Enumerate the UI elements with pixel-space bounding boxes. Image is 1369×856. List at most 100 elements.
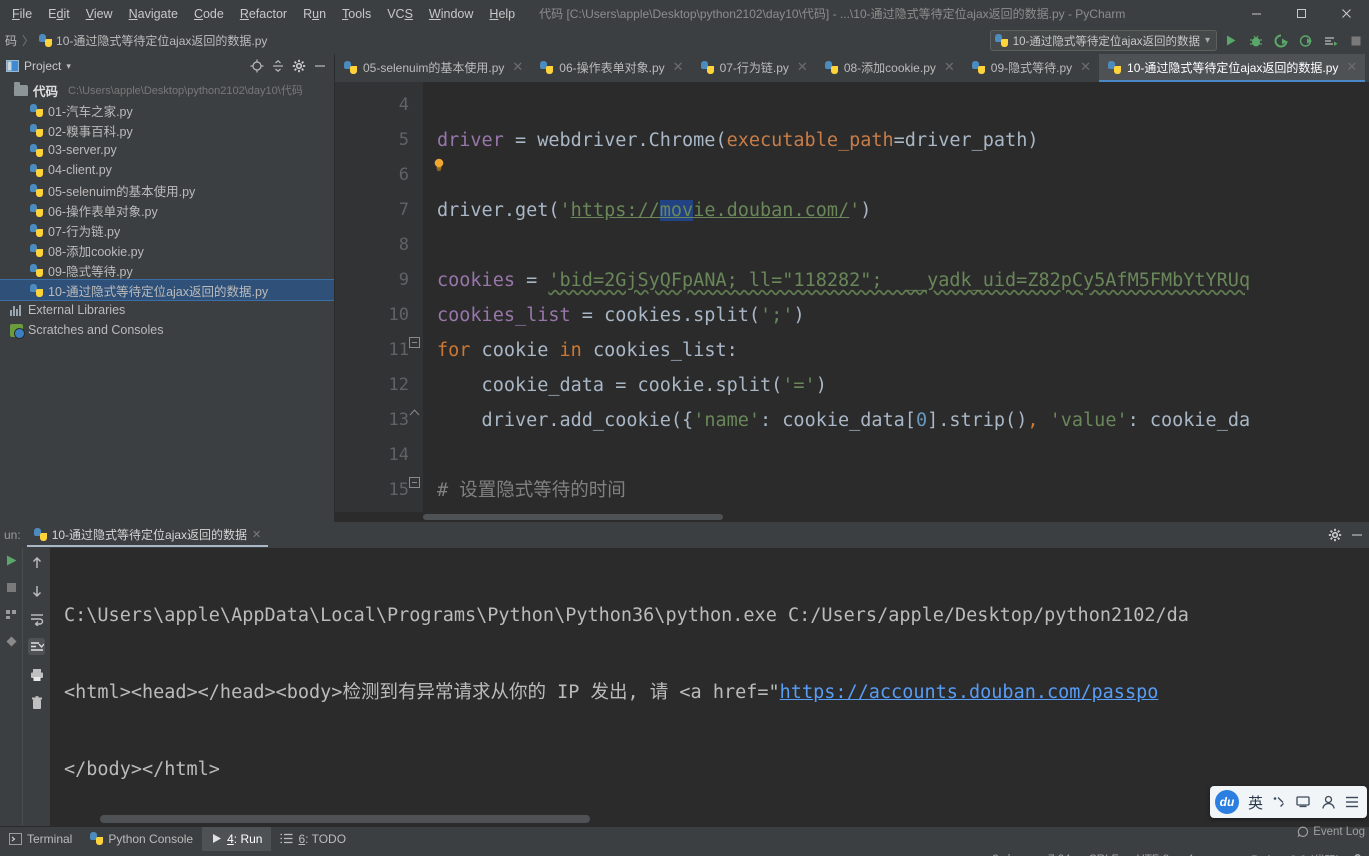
editor-tab-close-icon[interactable]: ✕ bbox=[673, 59, 684, 75]
project-root-row[interactable]: 代码 C:\Users\apple\Desktop\python2102\day… bbox=[0, 80, 334, 100]
project-file-label: 08-添加cookie.py bbox=[48, 244, 144, 259]
external-libraries-row[interactable]: External Libraries bbox=[0, 300, 334, 320]
pen-icon[interactable] bbox=[1272, 795, 1287, 810]
breadcrumb-file[interactable]: 10-通过隐式等待定位ajax返回的数据.py bbox=[36, 32, 270, 49]
run-session-close-icon[interactable]: ✕ bbox=[252, 528, 261, 541]
project-actions bbox=[247, 56, 330, 76]
breadcrumb-root[interactable]: 码 bbox=[2, 32, 20, 49]
run-more-button[interactable] bbox=[1319, 29, 1342, 52]
print-button[interactable] bbox=[28, 666, 45, 683]
event-log-button[interactable]: Event Log bbox=[1297, 826, 1365, 838]
menu-view[interactable]: View bbox=[78, 4, 121, 24]
console-link[interactable]: https://accounts.douban.com/passpo bbox=[780, 682, 1159, 703]
project-file-item[interactable]: 02-糗事百科.py bbox=[0, 120, 334, 140]
status-bar-right: 3 chars 7:24 CRLF UTF-8 4 spaces Python … bbox=[992, 852, 1363, 856]
menu-icon[interactable] bbox=[1345, 795, 1359, 809]
code-editor[interactable]: 4 5 6 7 8 9 10 11 12 13 14 15 16 bbox=[335, 82, 1369, 512]
pin-button[interactable] bbox=[3, 633, 20, 650]
console-output[interactable]: C:\Users\apple\AppData\Local\Programs\Py… bbox=[50, 548, 1369, 826]
editor-tab-close-icon[interactable]: ✕ bbox=[797, 59, 808, 75]
minimize-button[interactable] bbox=[1234, 0, 1279, 27]
status-interpreter[interactable]: Python 3.6 (代码) bbox=[1251, 852, 1340, 856]
editor-tab-close-icon[interactable]: ✕ bbox=[512, 59, 523, 75]
debug-button[interactable] bbox=[1244, 29, 1267, 52]
run-configuration-selector[interactable]: 10-通过隐式等待定位ajax返回的数据 ▾ bbox=[989, 30, 1217, 51]
tool-window-terminal[interactable]: Terminal bbox=[0, 827, 81, 851]
locate-icon[interactable] bbox=[247, 56, 267, 76]
clear-all-button[interactable] bbox=[28, 694, 45, 711]
menu-file[interactable]: FFileile bbox=[4, 4, 40, 24]
editor-tab-close-icon[interactable]: ✕ bbox=[944, 59, 955, 75]
profile-button[interactable] bbox=[1294, 29, 1317, 52]
menu-navigate[interactable]: Navigate bbox=[121, 4, 186, 24]
hide-window-icon[interactable] bbox=[310, 56, 330, 76]
project-file-item[interactable]: 06-操作表单对象.py bbox=[0, 200, 334, 220]
project-file-item[interactable]: 07-行为链.py bbox=[0, 220, 334, 240]
run-session-tab[interactable]: 10-通过隐式等待定位ajax返回的数据 ✕ bbox=[26, 523, 269, 547]
console-actions-rail bbox=[22, 548, 50, 826]
collapse-all-icon[interactable] bbox=[268, 56, 288, 76]
intention-bulb-icon[interactable] bbox=[433, 158, 444, 172]
run-with-coverage-button[interactable] bbox=[1269, 29, 1292, 52]
editor-tab[interactable]: 10-通过隐式等待定位ajax返回的数据.py ✕ bbox=[1099, 54, 1366, 82]
menu-window[interactable]: Window bbox=[421, 4, 481, 24]
run-button[interactable] bbox=[1219, 29, 1242, 52]
close-button[interactable] bbox=[1324, 0, 1369, 27]
line-number-gutter[interactable]: 4 5 6 7 8 9 10 11 12 13 14 15 16 bbox=[335, 82, 423, 512]
user-icon[interactable] bbox=[1321, 795, 1336, 810]
editor-tab[interactable]: 07-行为链.py ✕ bbox=[692, 54, 816, 82]
fold-marker-for[interactable] bbox=[409, 337, 420, 348]
python-file-icon bbox=[30, 163, 43, 177]
scroll-to-end-button[interactable] bbox=[28, 638, 45, 655]
dump-threads-button[interactable] bbox=[3, 606, 20, 623]
editor-tab-close-icon[interactable]: ✕ bbox=[1080, 59, 1091, 75]
maximize-button[interactable] bbox=[1279, 0, 1324, 27]
down-button[interactable] bbox=[28, 582, 45, 599]
gear-icon[interactable] bbox=[1325, 525, 1345, 545]
fold-marker-end[interactable] bbox=[409, 407, 420, 418]
project-chevron-down-icon[interactable]: ▾ bbox=[66, 61, 71, 72]
keyboard-icon[interactable] bbox=[1296, 795, 1312, 809]
ime-mode-label[interactable]: 英 bbox=[1248, 792, 1263, 813]
editor-tab[interactable]: 06-操作表单对象.py ✕ bbox=[531, 54, 691, 82]
stop-button[interactable] bbox=[1344, 29, 1367, 52]
console-horizontal-scrollbar[interactable] bbox=[50, 815, 1369, 823]
baidu-ime-logo-icon[interactable]: du bbox=[1214, 790, 1239, 814]
project-file-item[interactable]: 05-selenuim的基本使用.py bbox=[0, 180, 334, 200]
stop-button[interactable] bbox=[3, 579, 20, 596]
project-file-item[interactable]: 10-通过隐式等待定位ajax返回的数据.py bbox=[0, 279, 334, 301]
rerun-button[interactable] bbox=[3, 552, 20, 569]
ime-toolbar[interactable]: du 英 bbox=[1209, 786, 1367, 818]
project-file-item[interactable]: 04-client.py bbox=[0, 160, 334, 180]
tool-window-python-console[interactable]: Python Console bbox=[81, 827, 202, 851]
editor-tab[interactable]: 05-selenuim的基本使用.py ✕ bbox=[335, 54, 531, 82]
editor-tab[interactable]: 09-隐式等待.py ✕ bbox=[963, 54, 1099, 82]
editor-horizontal-scrollbar[interactable] bbox=[335, 512, 1369, 522]
menu-tools[interactable]: Tools bbox=[334, 4, 379, 24]
menu-help[interactable]: Help bbox=[481, 4, 523, 24]
line-number: 4 bbox=[398, 95, 409, 115]
python-file-icon bbox=[971, 60, 985, 74]
menu-code[interactable]: Code bbox=[186, 4, 232, 24]
project-file-item[interactable]: 03-server.py bbox=[0, 140, 334, 160]
soft-wrap-button[interactable] bbox=[28, 610, 45, 627]
project-file-item[interactable]: 08-添加cookie.py bbox=[0, 240, 334, 260]
editor-tab[interactable]: 08-添加cookie.py ✕ bbox=[816, 54, 963, 82]
project-file-item[interactable]: 09-隐式等待.py bbox=[0, 260, 334, 280]
menu-edit[interactable]: Edit bbox=[40, 4, 78, 24]
menu-refactor[interactable]: Refactor bbox=[232, 4, 295, 24]
code-text[interactable]: driver = webdriver.Chrome(executable_pat… bbox=[423, 82, 1369, 512]
scratches-row[interactable]: Scratches and Consoles bbox=[0, 320, 334, 340]
menu-run[interactable]: Run bbox=[295, 4, 334, 24]
tab-list-button[interactable] bbox=[1365, 54, 1369, 82]
hide-window-icon[interactable] bbox=[1347, 525, 1367, 545]
up-button[interactable] bbox=[28, 554, 45, 571]
tool-window-todo[interactable]: 6: TODO bbox=[271, 827, 355, 851]
fold-marker-comment[interactable] bbox=[409, 477, 420, 488]
gear-icon[interactable] bbox=[289, 56, 309, 76]
project-file-item[interactable]: 01-汽车之家.py bbox=[0, 100, 334, 120]
editor-tab-close-icon[interactable]: ✕ bbox=[1346, 59, 1357, 75]
tool-window-run[interactable]: 4: Run bbox=[202, 826, 272, 851]
menu-vcs[interactable]: VCS bbox=[379, 4, 421, 24]
